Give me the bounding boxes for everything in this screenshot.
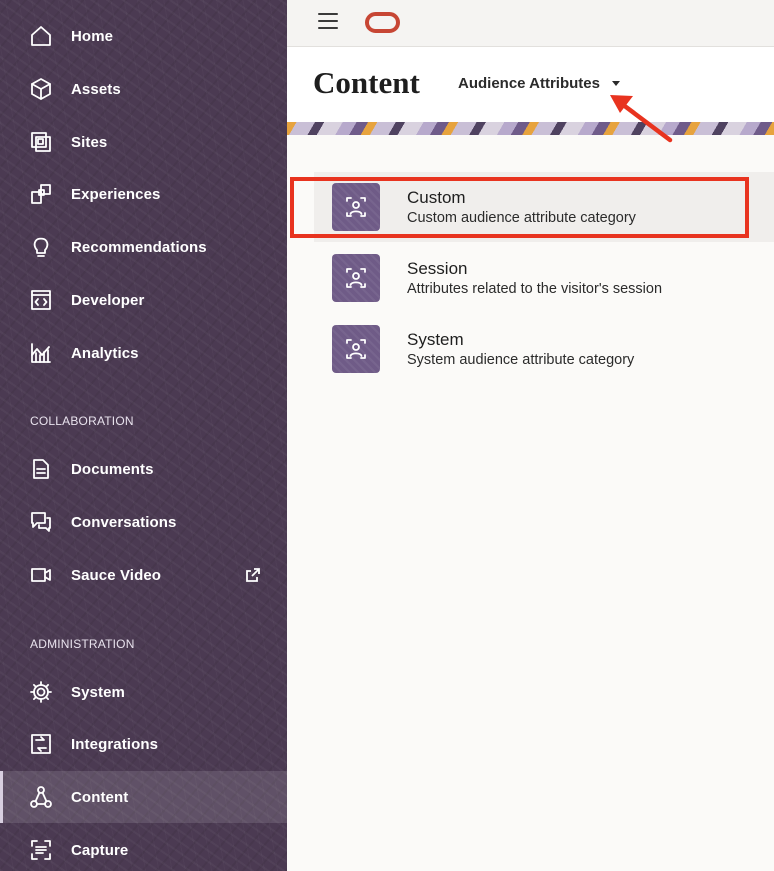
oracle-logo[interactable]: [365, 12, 400, 33]
list-item-system[interactable]: System System audience attribute categor…: [314, 314, 774, 384]
item-description: Attributes related to the visitor's sess…: [407, 281, 663, 297]
sidebar-item-label: Developer: [71, 291, 145, 309]
top-bar: [287, 0, 774, 47]
list-item-session[interactable]: Session Attributes related to the visito…: [314, 243, 774, 313]
decorative-banner: [287, 122, 774, 135]
cube-icon: [28, 76, 54, 102]
sidebar-item-analytics[interactable]: Analytics: [0, 327, 287, 379]
sidebar-item-label: Capture: [71, 841, 129, 859]
sidebar-item-developer[interactable]: Developer: [0, 274, 287, 326]
sidebar-item-label: Content: [71, 788, 129, 806]
item-title: Session: [407, 259, 468, 278]
sidebar-item-assets[interactable]: Assets: [0, 63, 287, 115]
sidebar-item-content[interactable]: Content: [0, 771, 287, 823]
home-icon: [28, 23, 54, 49]
audience-attribute-icon: [332, 254, 380, 302]
chat-icon: [28, 509, 54, 535]
experiences-icon: [28, 181, 54, 207]
content-list: Custom Custom audience attribute categor…: [287, 135, 774, 871]
sidebar-item-sites[interactable]: Sites: [0, 116, 287, 168]
sidebar-item-recommendations[interactable]: Recommendations: [0, 221, 287, 273]
content-hierarchy-icon: [28, 784, 54, 810]
sidebar-item-label: Sauce Video: [71, 566, 162, 584]
capture-icon: [28, 837, 54, 863]
audience-attributes-dropdown[interactable]: Audience Attributes: [458, 75, 620, 92]
sidebar-item-label: System: [71, 683, 125, 701]
gear-icon: [28, 679, 54, 705]
item-title: System: [407, 330, 464, 349]
code-icon: [28, 287, 54, 313]
external-link-icon[interactable]: [245, 567, 261, 583]
sidebar-item-experiences[interactable]: Experiences: [0, 168, 287, 220]
hamburger-menu-icon[interactable]: [318, 13, 338, 31]
section-label-administration: ADMINISTRATION: [30, 637, 135, 651]
sidebar-item-label: Integrations: [71, 735, 159, 753]
sidebar-item-conversations[interactable]: Conversations: [0, 496, 287, 548]
sidebar-item-home[interactable]: Home: [0, 10, 287, 62]
section-label-collaboration: COLLABORATION: [30, 414, 134, 428]
sidebar-item-sauce-video[interactable]: Sauce Video: [0, 549, 287, 601]
sidebar-item-capture[interactable]: Capture: [0, 824, 287, 871]
sidebar: Home Assets Sites Experiences Recommenda…: [0, 0, 287, 871]
sidebar-item-label: Experiences: [71, 185, 161, 203]
sidebar-item-label: Recommendations: [71, 238, 207, 256]
sidebar-item-label: Home: [71, 27, 114, 45]
caret-down-icon: [611, 81, 620, 86]
audience-attribute-icon: [332, 325, 380, 373]
sidebar-item-documents[interactable]: Documents: [0, 443, 287, 495]
lightbulb-icon: [28, 234, 54, 260]
list-item-custom[interactable]: Custom Custom audience attribute categor…: [314, 172, 774, 242]
sites-icon: [28, 129, 54, 155]
sidebar-item-label: Documents: [71, 460, 154, 478]
page-header: Content Audience Attributes: [287, 47, 774, 122]
document-icon: [28, 456, 54, 482]
sidebar-item-system[interactable]: System: [0, 666, 287, 718]
integrations-icon: [28, 731, 54, 757]
sidebar-item-label: Sites: [71, 133, 108, 151]
sidebar-item-label: Analytics: [71, 344, 139, 362]
item-description: Custom audience attribute category: [407, 210, 636, 226]
item-description: System audience attribute category: [407, 352, 635, 368]
video-icon: [28, 562, 54, 588]
page-title: Content: [313, 65, 420, 100]
sidebar-item-integrations[interactable]: Integrations: [0, 718, 287, 770]
audience-attribute-icon: [332, 183, 380, 231]
dropdown-label: Audience Attributes: [458, 75, 600, 92]
item-title: Custom: [407, 188, 466, 207]
sidebar-item-label: Assets: [71, 80, 121, 98]
chart-icon: [28, 340, 54, 366]
sidebar-item-label: Conversations: [71, 513, 177, 531]
